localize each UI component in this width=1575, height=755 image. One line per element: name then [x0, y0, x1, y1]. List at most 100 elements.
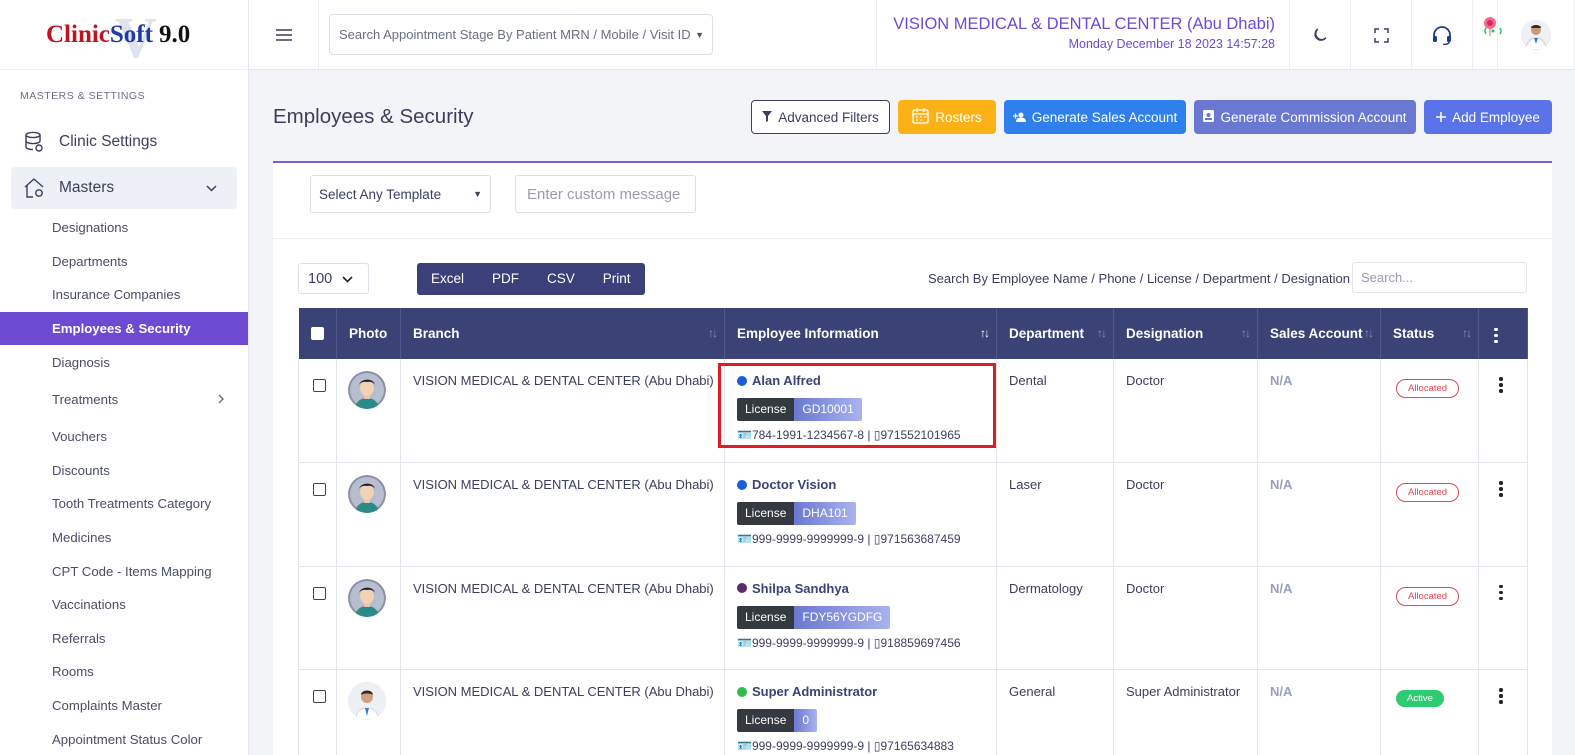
- sidebar-item-label: Appointment Status Color: [52, 731, 203, 747]
- select-all-checkbox[interactable]: [310, 327, 324, 340]
- advanced-filters-button[interactable]: Advanced Filters: [751, 100, 890, 134]
- column-options-header[interactable]: [1478, 308, 1528, 359]
- hamburger-menu-icon[interactable]: [249, 0, 319, 70]
- sidebar-item-vaccinations[interactable]: Vaccinations: [0, 588, 248, 622]
- column-header-designation[interactable]: Designation ↑↓: [1113, 308, 1258, 359]
- sort-icon: ↑↓: [1097, 326, 1107, 340]
- department-value: Dental: [1009, 373, 1047, 388]
- sidebar-item-treatments[interactable]: Treatments: [0, 379, 248, 420]
- row-select-cell: [298, 462, 337, 567]
- designation-cell: Doctor: [1113, 359, 1258, 463]
- license-number: DHA101: [794, 502, 856, 525]
- rosters-button[interactable]: Rosters: [898, 100, 996, 134]
- sidebar-item-appointment-status-color[interactable]: Appointment Status Color: [0, 722, 248, 755]
- sidebar-item-departments[interactable]: Departments: [0, 245, 248, 279]
- sidebar-item-label: Insurance Companies: [52, 287, 181, 303]
- status-dot: [737, 583, 747, 593]
- employee-avatar[interactable]: [348, 682, 386, 720]
- employee-name[interactable]: Shilpa Sandhya: [737, 581, 996, 596]
- sidebar-item-complaints-master[interactable]: Complaints Master: [0, 689, 248, 723]
- branch-name: VISION MEDICAL & DENTAL CENTER (Abu Dhab…: [413, 477, 714, 492]
- template-select[interactable]: Select Any Template ▼: [310, 175, 491, 213]
- export-pdf-button[interactable]: PDF: [478, 263, 533, 295]
- print-button[interactable]: Print: [589, 263, 645, 295]
- export-csv-button[interactable]: CSV: [533, 263, 589, 295]
- kebab-menu-icon[interactable]: [1496, 688, 1506, 704]
- column-header-department[interactable]: Department ↑↓: [996, 308, 1114, 359]
- fullscreen-icon[interactable]: [1351, 0, 1412, 70]
- employee-avatar[interactable]: [348, 371, 386, 409]
- employee-avatar[interactable]: [348, 475, 386, 513]
- sidebar-item-label: Referrals: [52, 630, 106, 646]
- add-employee-button[interactable]: Add Employee: [1424, 100, 1552, 134]
- sidebar-item-diagnosis[interactable]: Diagnosis: [0, 345, 248, 379]
- template-select-value: Select Any Template: [319, 186, 442, 202]
- designation-cell: Doctor: [1113, 566, 1258, 670]
- table-search-input[interactable]: Search...: [1352, 262, 1527, 293]
- custom-message-input[interactable]: Enter custom message: [515, 175, 696, 213]
- sales-account-value: N/A: [1270, 580, 1293, 596]
- sidebar-item-clinic-settings[interactable]: Clinic Settings: [11, 122, 237, 162]
- employee-info-cell: Shilpa Sandhya License FDY56YGDFG 🪪999-9999…: [724, 566, 997, 670]
- sidebar-item-rooms[interactable]: Rooms: [0, 655, 248, 689]
- employee-name[interactable]: Doctor Vision: [737, 477, 996, 492]
- user-add-icon: [1012, 110, 1026, 125]
- sort-icon: ↑↓: [1462, 326, 1472, 340]
- sidebar-item-insurance-companies[interactable]: Insurance Companies: [0, 278, 248, 312]
- user-avatar[interactable]: [1497, 0, 1575, 70]
- sidebar-item-cpt-code-items-mapping[interactable]: CPT Code - Items Mapping: [0, 554, 248, 588]
- row-checkbox[interactable]: [313, 690, 326, 703]
- template-row: Select Any Template ▼ Enter custom messa…: [273, 163, 1552, 239]
- branch-cell: VISION MEDICAL & DENTAL CENTER (Abu Dhab…: [400, 669, 725, 755]
- sidebar-item-label: Medicines: [52, 530, 112, 546]
- id-badge-icon: [1203, 109, 1215, 125]
- emirates-id: 999-9999-9999999-9: [751, 739, 865, 753]
- employee-avatar[interactable]: [348, 578, 386, 617]
- id-card-icon: 🪪: [737, 532, 752, 546]
- kebab-menu-icon[interactable]: [1496, 377, 1506, 393]
- highlighted-employee-information: [718, 363, 996, 448]
- generate-sales-account-button[interactable]: Generate Sales Account: [1004, 100, 1186, 134]
- page-length-value: 100: [308, 270, 333, 287]
- employee-name[interactable]: Super Administrator: [737, 684, 996, 699]
- sidebar-item-label: Vaccinations: [52, 597, 126, 613]
- sidebar-item-label: Clinic Settings: [59, 133, 158, 150]
- status-badge: Active: [1396, 690, 1444, 707]
- kebab-menu-icon[interactable]: [1496, 584, 1506, 600]
- column-header-employee-information[interactable]: Employee Information ↑↓: [724, 308, 997, 359]
- sidebar-item-tooth-treatments-category[interactable]: Tooth Treatments Category: [0, 487, 248, 521]
- branch-cell: VISION MEDICAL & DENTAL CENTER (Abu Dhab…: [400, 462, 725, 567]
- page-length-select[interactable]: 100: [298, 263, 369, 294]
- license-badge: License DHA101: [737, 502, 856, 525]
- photo-cell: [336, 566, 401, 670]
- column-header-branch[interactable]: Branch ↑↓: [400, 308, 725, 359]
- sidebar-item-medicines[interactable]: Medicines: [0, 521, 248, 555]
- sidebar-item-vouchers[interactable]: Vouchers: [0, 420, 248, 454]
- moon-icon[interactable]: [1290, 0, 1351, 70]
- kebab-menu-icon[interactable]: [1496, 481, 1506, 497]
- sidebar-item-label: Employees & Security: [52, 321, 191, 337]
- designation-value: Doctor: [1126, 580, 1165, 596]
- sort-icon: ↑↓: [1364, 326, 1374, 340]
- app-logo[interactable]: V Clinic Soft 9.0: [0, 0, 248, 70]
- sidebar-item-referrals[interactable]: Referrals: [0, 622, 248, 656]
- column-header-sales-account[interactable]: Sales Account ↑↓: [1257, 308, 1381, 359]
- photo-cell: [336, 462, 401, 567]
- sidebar-item-employees-security[interactable]: Employees & Security: [0, 311, 248, 346]
- sidebar-item-designations[interactable]: Designations: [0, 211, 248, 245]
- license-number: 0: [794, 709, 818, 732]
- headset-icon[interactable]: [1412, 0, 1473, 70]
- export-excel-button[interactable]: Excel: [417, 263, 478, 295]
- row-checkbox[interactable]: [313, 379, 326, 392]
- photo-cell: [336, 359, 401, 463]
- sidebar-item-discounts[interactable]: Discounts: [0, 454, 248, 488]
- sidebar-item-masters[interactable]: Masters: [11, 167, 237, 209]
- row-checkbox[interactable]: [313, 586, 326, 600]
- appointment-search-select[interactable]: Search Appointment Stage By Patient MRN …: [329, 14, 713, 55]
- sidebar-item-label: Departments: [52, 253, 128, 269]
- current-datetime: Monday December 18 2023 14:57:28: [1068, 37, 1275, 51]
- column-header-status[interactable]: Status ↑↓: [1380, 308, 1479, 359]
- row-checkbox[interactable]: [313, 483, 326, 496]
- generate-commission-account-button[interactable]: Generate Commission Account: [1194, 100, 1416, 134]
- department-value: General: [1009, 684, 1056, 699]
